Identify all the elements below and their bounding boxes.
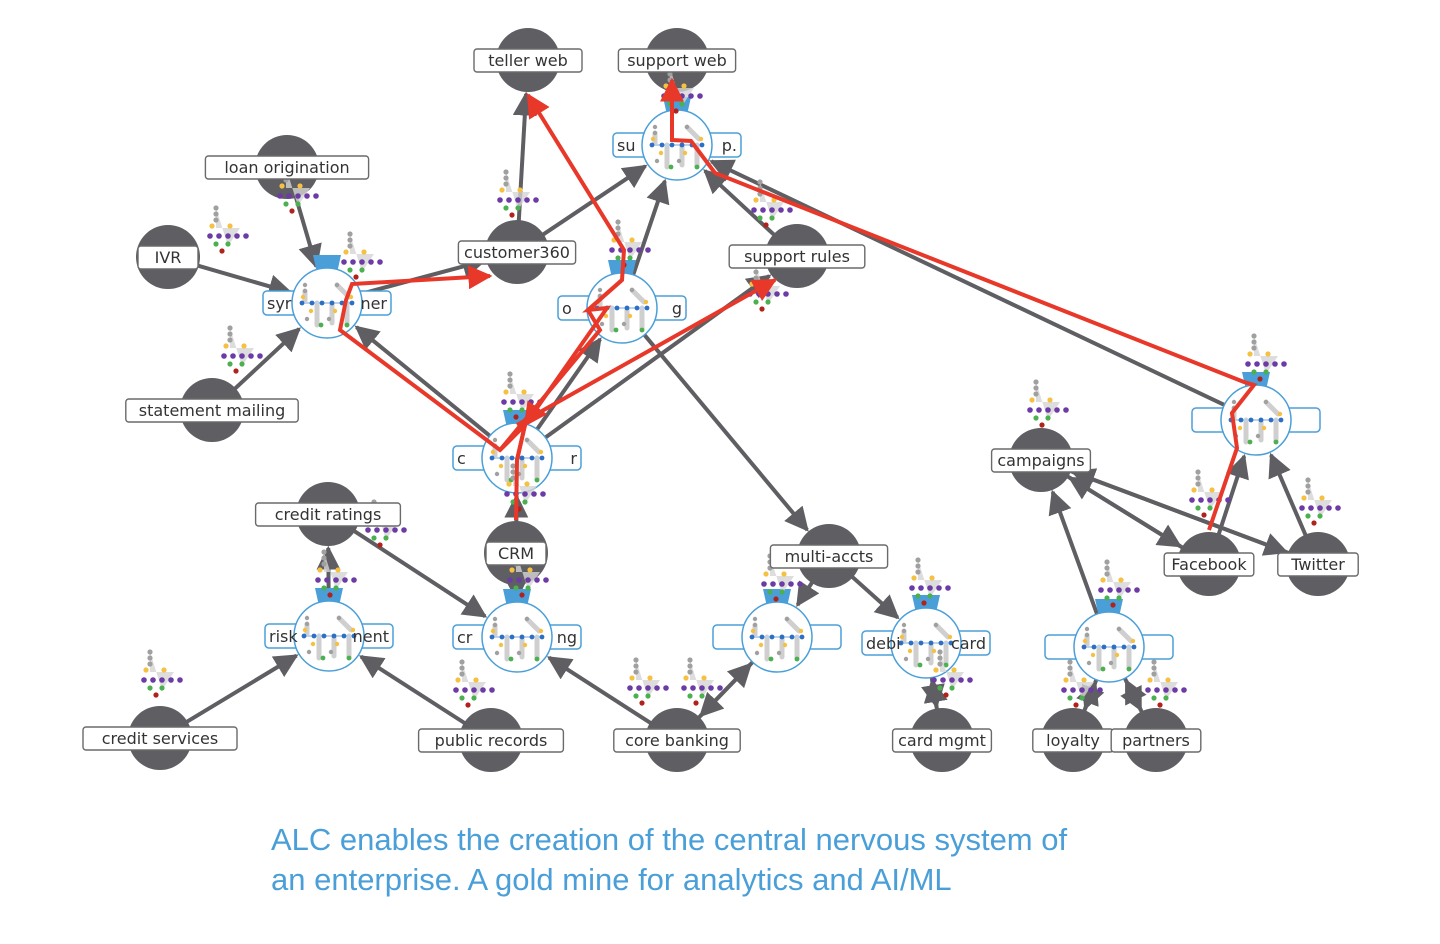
processor-label-left: risk — [269, 627, 298, 646]
system-label-text: support web — [627, 51, 727, 70]
system-label-ivr[interactable]: IVR — [137, 245, 199, 270]
system-label-core_banking[interactable]: core banking — [613, 728, 741, 753]
edge-credit_services-to-risk_assessment — [175, 653, 299, 730]
data-flow-diagram: teller web support web loan origination IVR… — [82, 28, 1359, 772]
edge-crm_processor-to-sync_customer — [354, 325, 502, 446]
lineage-glyph-icon — [1027, 379, 1069, 428]
lineage-glyph-icon — [207, 205, 249, 254]
processor-label-right: r — [570, 449, 577, 468]
system-label-text: teller web — [488, 51, 568, 70]
lineage-glyph-icon — [141, 649, 183, 698]
processor-label-left: cr — [457, 628, 473, 647]
system-label-support_web[interactable]: support web — [617, 48, 737, 73]
lineage-glyph-icon — [1299, 477, 1341, 526]
system-label-multi_accts[interactable]: multi-accts — [769, 544, 889, 569]
system-label-crm[interactable]: CRM — [485, 541, 547, 566]
system-label-twitter[interactable]: Twitter — [1277, 552, 1359, 577]
system-label-statement_mailing[interactable]: statement mailing — [125, 398, 299, 423]
system-label-facebook[interactable]: Facebook — [1163, 552, 1255, 577]
caption: ALC enables the creation of the central … — [271, 820, 1171, 900]
processor-label-left: syr — [267, 294, 292, 313]
system-label-text: loyalty — [1046, 731, 1100, 750]
system-label-text: card mgmt — [898, 731, 986, 750]
system-label-support_rules[interactable]: support rules — [728, 244, 866, 269]
system-label-public_records[interactable]: public records — [417, 728, 565, 753]
system-label-teller_web[interactable]: teller web — [473, 48, 583, 73]
system-label-text: campaigns — [997, 451, 1084, 470]
processor-label-right: g — [672, 299, 682, 318]
processor-label-right: nent — [353, 627, 389, 646]
lineage-glyph-icon — [627, 657, 669, 706]
system-label-text: credit ratings — [275, 505, 382, 524]
system-label-text: CRM — [498, 544, 534, 563]
system-label-campaigns[interactable]: campaigns — [990, 448, 1092, 473]
edge-facebook-to-campaigns — [1067, 476, 1194, 556]
system-label-text: multi-accts — [785, 547, 874, 566]
system-label-text: support rules — [744, 247, 850, 266]
caption-line-1: ALC enables the creation of the central … — [271, 822, 1068, 857]
system-label-loan_origination[interactable]: loan origination — [204, 155, 370, 180]
processor-label-right: card — [951, 634, 986, 653]
system-label-text: IVR — [155, 248, 182, 267]
lineage-glyph-icon — [497, 169, 539, 218]
processor-label-left: su — [617, 136, 635, 155]
highlight-path-facebook-to-support-web — [660, 77, 1258, 531]
caption-line-2: an enterprise. A gold mine for analytics… — [271, 862, 952, 897]
system-label-text: public records — [435, 731, 548, 750]
system-label-text: core banking — [625, 731, 729, 750]
edge-onboarding-to-support_app — [627, 178, 670, 289]
system-label-credit_ratings[interactable]: credit ratings — [254, 502, 402, 527]
edge-customer360-to-teller_web — [512, 91, 537, 233]
system-label-text: loan origination — [224, 158, 349, 177]
system-label-text: Twitter — [1290, 555, 1345, 574]
processor-label-left: c — [457, 449, 466, 468]
edge-statement_mailing-to-sync_customer — [224, 327, 301, 399]
processor-label-left: o — [562, 299, 572, 318]
system-label-text: partners — [1122, 731, 1190, 750]
system-label-partners[interactable]: partners — [1110, 728, 1202, 753]
lineage-glyph-icon — [1145, 659, 1187, 708]
processor-label-right: p. — [722, 136, 737, 155]
processor-label-right: ner — [360, 294, 387, 313]
system-label-card_mgmt[interactable]: card mgmt — [891, 728, 993, 753]
system-label-text: Facebook — [1171, 555, 1247, 574]
edge-credit_ratings-to-credit_scoring — [343, 522, 488, 618]
edge-customer360-to-support_app — [531, 164, 648, 243]
system-label-text: statement mailing — [139, 401, 285, 420]
edge-public_records-to-risk_assessment — [358, 654, 476, 732]
system-label-text: customer360 — [464, 243, 570, 262]
edge-loyalty_processor-to-campaigns — [1048, 489, 1104, 628]
lineage-glyph-icon — [341, 231, 383, 280]
system-label-customer360[interactable]: customer360 — [457, 240, 577, 265]
edge-core_banking-to-credit_scoring — [546, 655, 662, 732]
edge-ivr-to-sync_customer — [185, 260, 293, 298]
edge-twitter-to-social_processor — [1268, 452, 1313, 548]
processor-label-left: debi — [866, 634, 901, 653]
edge-onboarding-to-multi_accts — [634, 323, 809, 532]
processor-label-right: ng — [557, 628, 577, 647]
system-label-credit_services[interactable]: credit services — [82, 726, 238, 751]
lineage-glyph-icon — [453, 659, 495, 708]
system-label-loyalty[interactable]: loyalty — [1032, 728, 1114, 753]
system-label-text: credit services — [102, 729, 218, 748]
processor-node-accounts_processor[interactable] — [712, 589, 842, 673]
